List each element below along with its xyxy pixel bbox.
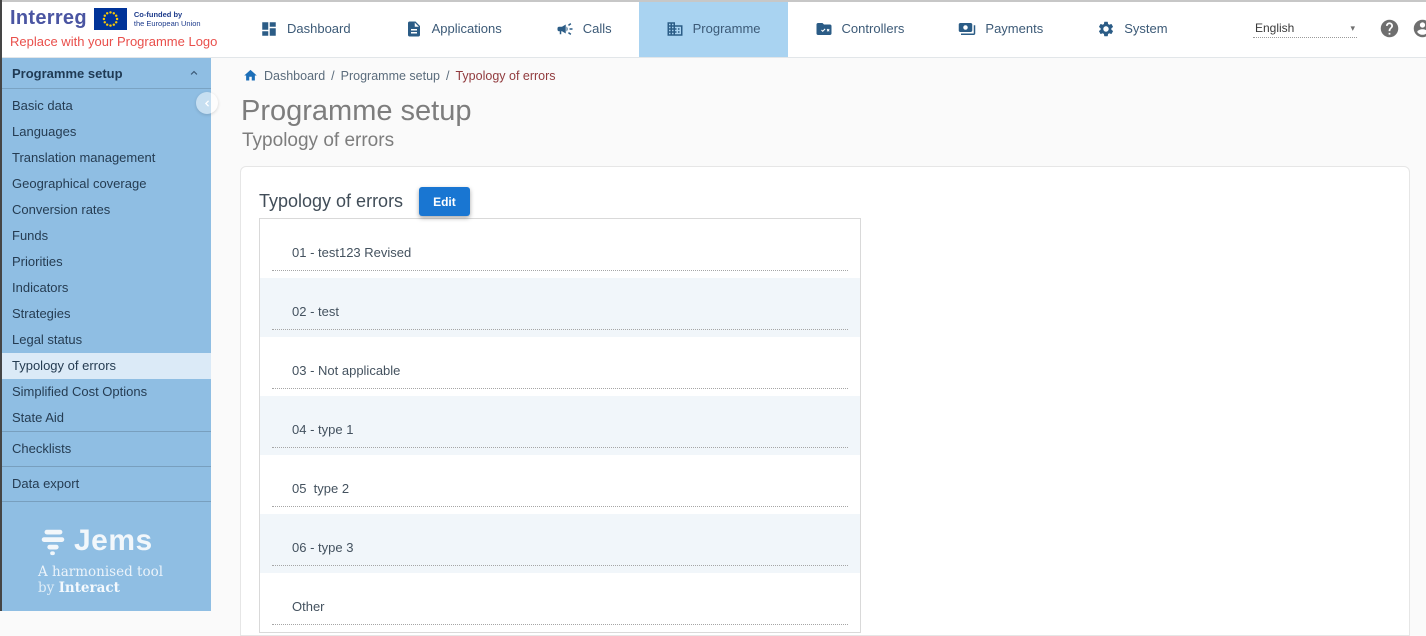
calls-icon bbox=[556, 20, 574, 38]
sidebar-item-conversion-rates[interactable]: Conversion rates bbox=[0, 197, 211, 223]
sidebar-divider bbox=[0, 501, 211, 502]
row-underline bbox=[272, 565, 848, 566]
eu-flag-icon bbox=[94, 8, 127, 30]
breadcrumb-current: Typology of errors bbox=[455, 69, 555, 83]
row-underline bbox=[272, 329, 848, 330]
sidebar-header-programme-setup[interactable]: Programme setup bbox=[0, 58, 211, 89]
breadcrumb-programme-setup[interactable]: Programme setup bbox=[341, 69, 440, 83]
nav-dashboard[interactable]: Dashboard bbox=[233, 0, 378, 57]
window-top-border bbox=[0, 0, 1426, 2]
typology-row: 04 - type 1 bbox=[260, 396, 860, 455]
typology-row: Other bbox=[260, 573, 860, 632]
nav-payments[interactable]: Payments bbox=[931, 0, 1070, 57]
typology-row: 02 - test bbox=[260, 278, 860, 337]
top-navigation-bar: Interreg Co-funded by the European Union… bbox=[0, 0, 1426, 58]
sidebar-item-typology-of-errors[interactable]: Typology of errors bbox=[0, 353, 211, 379]
edit-button[interactable]: Edit bbox=[419, 187, 470, 216]
row-underline bbox=[272, 270, 848, 271]
sidebar-collapse-button[interactable] bbox=[196, 92, 218, 114]
nav-controllers[interactable]: Controllers bbox=[788, 0, 932, 57]
main-content: Dashboard / Programme setup / Typology o… bbox=[211, 58, 1426, 611]
sidebar-item-translation-management[interactable]: Translation management bbox=[0, 145, 211, 171]
breadcrumb: Dashboard / Programme setup / Typology o… bbox=[211, 58, 1426, 83]
chevron-left-icon bbox=[201, 97, 214, 110]
language-value: English bbox=[1255, 21, 1294, 35]
page-title: Programme setup bbox=[241, 95, 1426, 127]
controllers-icon bbox=[815, 20, 833, 38]
row-underline bbox=[272, 506, 848, 507]
typology-row: 03 - Not applicable bbox=[260, 337, 860, 396]
sidebar-item-priorities[interactable]: Priorities bbox=[0, 249, 211, 275]
typology-row-label: 02 - test bbox=[292, 304, 339, 319]
nav-system[interactable]: System bbox=[1070, 0, 1194, 57]
sidebar-item-languages[interactable]: Languages bbox=[0, 119, 211, 145]
logo-placeholder-text: Replace with your Programme Logo bbox=[10, 34, 233, 49]
sidebar-item-checklists[interactable]: Checklists bbox=[0, 432, 211, 466]
nav-calls[interactable]: Calls bbox=[529, 0, 639, 57]
typology-list: 01 - test123 Revised 02 - test 03 - Not … bbox=[259, 218, 861, 633]
sidebar-menu: Basic data Languages Translation managem… bbox=[0, 89, 211, 502]
programme-logo-area: Interreg Co-funded by the European Union… bbox=[0, 0, 233, 57]
breadcrumb-dashboard[interactable]: Dashboard bbox=[264, 69, 325, 83]
applications-icon bbox=[405, 20, 423, 38]
sidebar-item-funds[interactable]: Funds bbox=[0, 223, 211, 249]
sidebar-item-geographical-coverage[interactable]: Geographical coverage bbox=[0, 171, 211, 197]
window-left-border bbox=[0, 0, 2, 611]
account-icon[interactable] bbox=[1412, 18, 1426, 39]
sidebar-item-indicators[interactable]: Indicators bbox=[0, 275, 211, 301]
typology-row-label: 06 - type 3 bbox=[292, 540, 353, 555]
language-select[interactable]: English ▾ bbox=[1253, 19, 1357, 38]
jems-byline: by Interact bbox=[38, 580, 211, 596]
sidebar-item-data-export[interactable]: Data export bbox=[0, 467, 211, 501]
jems-logo: Jems A harmonised tool by Interact bbox=[0, 524, 211, 596]
sidebar-item-legal-status[interactable]: Legal status bbox=[0, 327, 211, 353]
sidebar-item-state-aid[interactable]: State Aid bbox=[0, 405, 211, 431]
main-nav: Dashboard Applications Calls Programme C… bbox=[233, 0, 1195, 57]
eu-cofunded-label: Co-funded by the European Union bbox=[134, 10, 201, 28]
sidebar: Programme setup Basic data Languages Tra… bbox=[0, 58, 211, 611]
sidebar-item-simplified-cost-options[interactable]: Simplified Cost Options bbox=[0, 379, 211, 405]
sidebar-header-label: Programme setup bbox=[12, 66, 123, 81]
home-icon[interactable] bbox=[243, 68, 258, 83]
row-underline bbox=[272, 388, 848, 389]
typology-of-errors-card: Typology of errors Edit 01 - test123 Rev… bbox=[240, 166, 1410, 636]
typology-row-label: Other bbox=[292, 599, 325, 614]
chevron-down-icon: ▾ bbox=[1350, 23, 1355, 34]
dashboard-icon bbox=[260, 20, 278, 38]
sidebar-item-strategies[interactable]: Strategies bbox=[0, 301, 211, 327]
typology-row-label: 04 - type 1 bbox=[292, 422, 353, 437]
sidebar-item-basic-data[interactable]: Basic data bbox=[0, 93, 211, 119]
breadcrumb-separator: / bbox=[446, 69, 449, 83]
nav-applications[interactable]: Applications bbox=[378, 0, 529, 57]
card-title: Typology of errors bbox=[259, 191, 403, 212]
typology-row: 01 - test123 Revised bbox=[260, 219, 860, 278]
chevron-up-icon bbox=[187, 66, 201, 80]
interreg-logo: Interreg bbox=[10, 7, 87, 30]
row-underline bbox=[272, 447, 848, 448]
jems-hive-icon bbox=[38, 526, 68, 556]
nav-programme[interactable]: Programme bbox=[639, 0, 788, 57]
breadcrumb-separator: / bbox=[331, 69, 334, 83]
system-icon bbox=[1097, 20, 1115, 38]
payments-icon bbox=[958, 20, 976, 38]
typology-row: 06 - type 3 bbox=[260, 514, 860, 573]
programme-icon bbox=[666, 20, 684, 38]
page-subtitle: Typology of errors bbox=[242, 130, 1426, 152]
jems-name: Jems bbox=[74, 524, 153, 558]
help-icon[interactable] bbox=[1379, 18, 1400, 39]
card-header: Typology of errors Edit bbox=[241, 167, 1409, 216]
jems-tagline: A harmonised tool bbox=[38, 564, 211, 580]
typology-row-label: 01 - test123 Revised bbox=[292, 245, 411, 260]
row-underline bbox=[272, 624, 848, 625]
typology-row: 05 type 2 bbox=[260, 455, 860, 514]
typology-row-label: 03 - Not applicable bbox=[292, 363, 400, 378]
typology-row-label: 05 type 2 bbox=[292, 481, 349, 496]
